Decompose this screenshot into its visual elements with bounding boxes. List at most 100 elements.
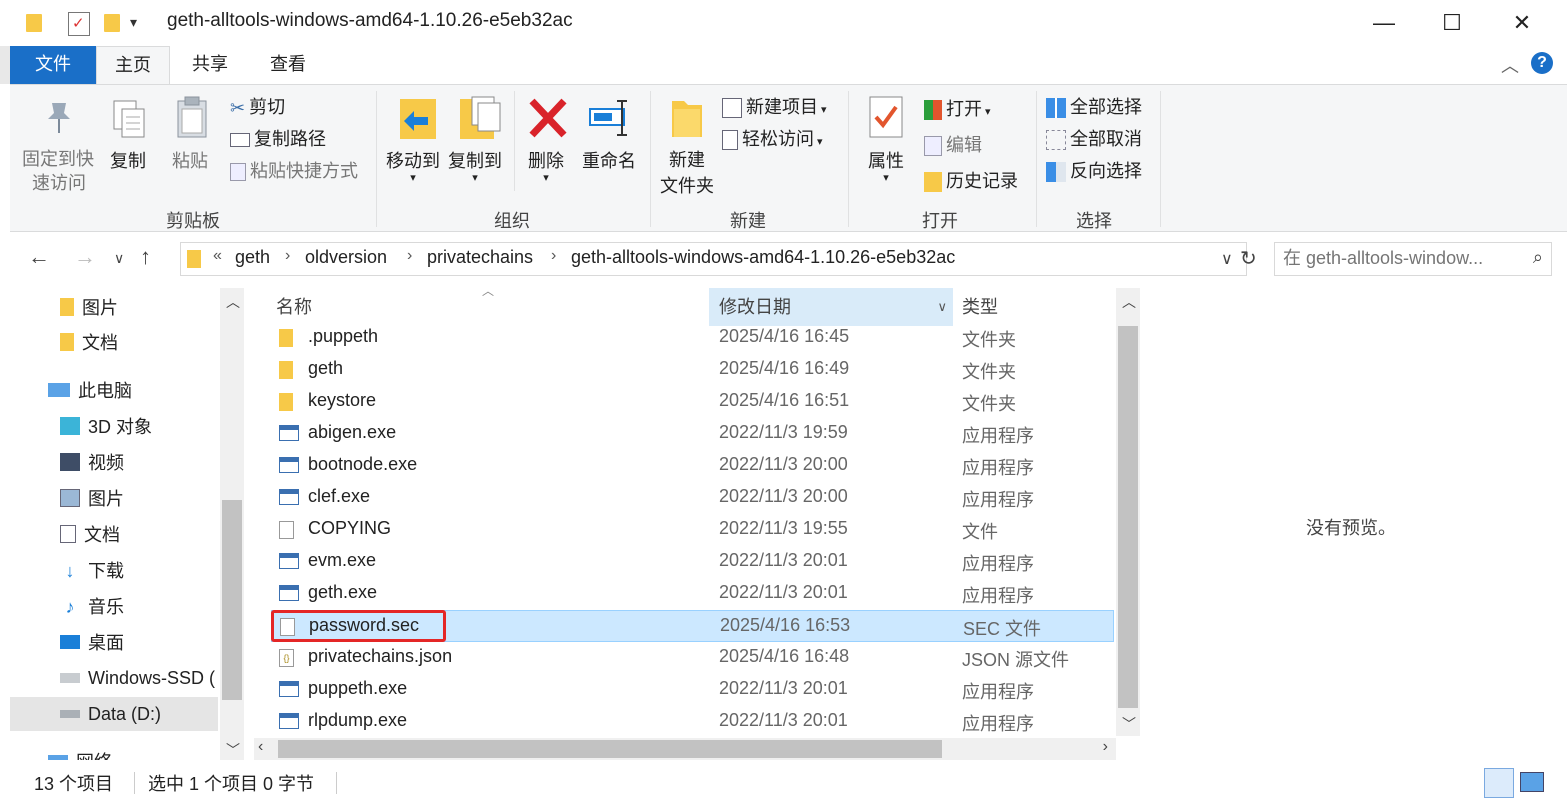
open-group-label: 打开	[922, 211, 958, 231]
file-list-hscrollbar[interactable]: ‹ ›	[254, 738, 1116, 760]
collapse-ribbon-icon[interactable]: ︿	[1501, 52, 1519, 78]
nav-item-downloads[interactable]: ↓ 下载	[60, 553, 125, 587]
back-icon[interactable]: ←	[28, 244, 50, 270]
file-row[interactable]: evm.exe 2022/11/3 20:01 应用程序	[271, 546, 1114, 578]
search-input[interactable]	[1275, 243, 1505, 273]
open-button[interactable]: 打开 ▾	[924, 95, 991, 121]
nav-item-network[interactable]: 网络	[48, 744, 112, 760]
scroll-left-icon[interactable]: ‹	[258, 738, 263, 756]
delete-label: 删除	[528, 151, 564, 171]
copy-to-button[interactable]: 复制到 ▾	[448, 147, 502, 184]
properties-quick-access-icon[interactable]	[68, 12, 90, 36]
nav-item-windows-ssd[interactable]: Windows-SSD (	[60, 661, 215, 695]
select-all-button[interactable]: 全部选择	[1046, 93, 1142, 119]
tab-view[interactable]: 查看	[250, 46, 326, 84]
history-button[interactable]: 历史记录	[924, 167, 1018, 193]
column-header-name[interactable]: 名称	[276, 288, 706, 326]
application-icon	[279, 553, 299, 569]
file-list-hscroll-thumb[interactable]	[278, 740, 942, 758]
copy-button[interactable]: 复制	[110, 147, 146, 173]
scroll-up-icon[interactable]: ︿	[226, 292, 240, 312]
pin-to-quick-access-button[interactable]: 固定到快 速访问	[22, 147, 94, 195]
file-row[interactable]: geth.exe 2022/11/3 20:01 应用程序	[271, 578, 1114, 610]
chevron-right-icon[interactable]: ›	[551, 247, 556, 265]
close-button[interactable]: ✕	[1502, 6, 1542, 40]
folder-icon	[60, 298, 74, 316]
scroll-down-icon[interactable]: ﹀	[1122, 714, 1136, 734]
file-row[interactable]: bootnode.exe 2022/11/3 20:00 应用程序	[271, 450, 1114, 482]
move-to-button[interactable]: 移动到 ▾	[386, 147, 440, 184]
search-icon[interactable]: ⌕	[1533, 247, 1543, 268]
easy-access-button[interactable]: 轻松访问 ▾	[722, 125, 823, 151]
invert-selection-button[interactable]: 反向选择	[1046, 157, 1142, 183]
file-list-vscroll-thumb[interactable]	[1118, 326, 1138, 708]
nav-item-this-pc[interactable]: 此电脑	[48, 373, 132, 407]
file-row[interactable]: puppeth.exe 2022/11/3 20:01 应用程序	[271, 674, 1114, 706]
chevron-right-icon[interactable]: ›	[285, 247, 290, 265]
nav-item-3d-objects[interactable]: 3D 对象	[60, 409, 152, 443]
application-icon	[279, 489, 299, 505]
nav-scrollbar[interactable]: ︿ ﹀	[220, 288, 244, 760]
new-folder-button[interactable]: 新建 文件夹	[660, 147, 714, 199]
select-none-button[interactable]: 全部取消	[1046, 125, 1142, 151]
edit-button[interactable]: 编辑	[924, 131, 982, 157]
file-row[interactable]: abigen.exe 2022/11/3 19:59 应用程序	[271, 418, 1114, 450]
breadcrumb-current-folder[interactable]: geth-alltools-windows-amd64-1.10.26-e5eb…	[571, 247, 955, 268]
nav-item-desktop[interactable]: 桌面	[60, 625, 124, 659]
maximize-button[interactable]: ☐	[1432, 6, 1472, 40]
search-box[interactable]: ⌕	[1274, 242, 1552, 276]
customize-quick-access-icon[interactable]: ▾	[130, 14, 137, 31]
file-row[interactable]: {} privatechains.json 2025/4/16 16:48 JSON …	[271, 642, 1114, 674]
new-item-button[interactable]: 新建项目 ▾	[722, 93, 827, 119]
file-row[interactable]: .puppeth 2025/4/16 16:45 文件夹	[271, 322, 1114, 354]
chevron-right-icon[interactable]: ›	[407, 247, 412, 265]
large-icons-view-icon[interactable]	[1520, 772, 1544, 792]
paste-button[interactable]: 粘贴	[172, 147, 208, 173]
forward-icon[interactable]: →	[74, 244, 96, 270]
paste-shortcut-button[interactable]: 粘贴快捷方式	[230, 157, 358, 183]
file-row[interactable]: COPYING 2022/11/3 19:55 文件	[271, 514, 1114, 546]
refresh-icon[interactable]: ↻	[1240, 246, 1257, 271]
rename-button[interactable]: 重命名	[582, 147, 636, 173]
cut-button[interactable]: ✂ 剪切	[230, 93, 285, 119]
nav-item-pictures-quick[interactable]: 图片	[60, 290, 118, 324]
recent-locations-icon[interactable]: ∨	[114, 250, 124, 267]
breadcrumb-privatechains[interactable]: privatechains	[427, 247, 533, 268]
column-dropdown-icon[interactable]: ∨	[937, 288, 947, 326]
file-row[interactable]: keystore 2025/4/16 16:51 文件夹	[271, 386, 1114, 418]
up-icon[interactable]: ↑	[140, 244, 151, 270]
breadcrumb-oldversion[interactable]: oldversion	[305, 247, 387, 268]
nav-scrollbar-thumb[interactable]	[222, 500, 242, 700]
overflow-icon[interactable]: «	[213, 247, 222, 265]
file-row[interactable]: rlpdump.exe 2022/11/3 20:01 应用程序	[271, 706, 1114, 738]
file-row[interactable]: clef.exe 2022/11/3 20:00 应用程序	[271, 482, 1114, 514]
address-dropdown-icon[interactable]: ∨	[1221, 249, 1233, 269]
scroll-right-icon[interactable]: ›	[1103, 738, 1108, 756]
column-header-type[interactable]: 类型	[962, 288, 1112, 326]
delete-button[interactable]: 删除 ▾	[528, 147, 564, 184]
details-view-icon[interactable]	[1484, 768, 1514, 798]
scroll-down-icon[interactable]: ﹀	[226, 740, 240, 760]
file-row[interactable]: geth 2025/4/16 16:49 文件夹	[271, 354, 1114, 386]
folder-icon	[187, 250, 201, 268]
nav-item-videos[interactable]: 视频	[60, 445, 124, 479]
properties-button[interactable]: 属性 ▾	[868, 147, 904, 184]
breadcrumb-geth[interactable]: geth	[235, 247, 270, 268]
nav-item-music[interactable]: ♪ 音乐	[60, 589, 125, 623]
column-header-date[interactable]: 修改日期 ∨	[709, 288, 953, 326]
copy-path-button[interactable]: 复制路径	[230, 125, 326, 151]
file-list-vscrollbar[interactable]: ︿ ﹀	[1116, 288, 1140, 736]
nav-item-pictures[interactable]: 图片	[60, 481, 124, 515]
nav-item-documents[interactable]: 文档	[60, 517, 120, 551]
minimize-button[interactable]: —	[1364, 6, 1404, 40]
tab-file[interactable]: 文件	[10, 46, 96, 84]
new-folder-quick-access-icon[interactable]	[104, 14, 120, 32]
nav-item-documents-quick[interactable]: 文档	[60, 325, 118, 359]
file-date: 2022/11/3 20:00	[719, 454, 848, 474]
tab-share[interactable]: 共享	[172, 46, 248, 84]
help-icon[interactable]: ?	[1531, 52, 1553, 74]
nav-item-data-d[interactable]: Data (D:)	[10, 697, 218, 731]
tab-home[interactable]: 主页	[96, 46, 170, 84]
address-bar[interactable]: « geth › oldversion › privatechains › ge…	[180, 242, 1247, 276]
scroll-up-icon[interactable]: ︿	[1122, 292, 1136, 312]
